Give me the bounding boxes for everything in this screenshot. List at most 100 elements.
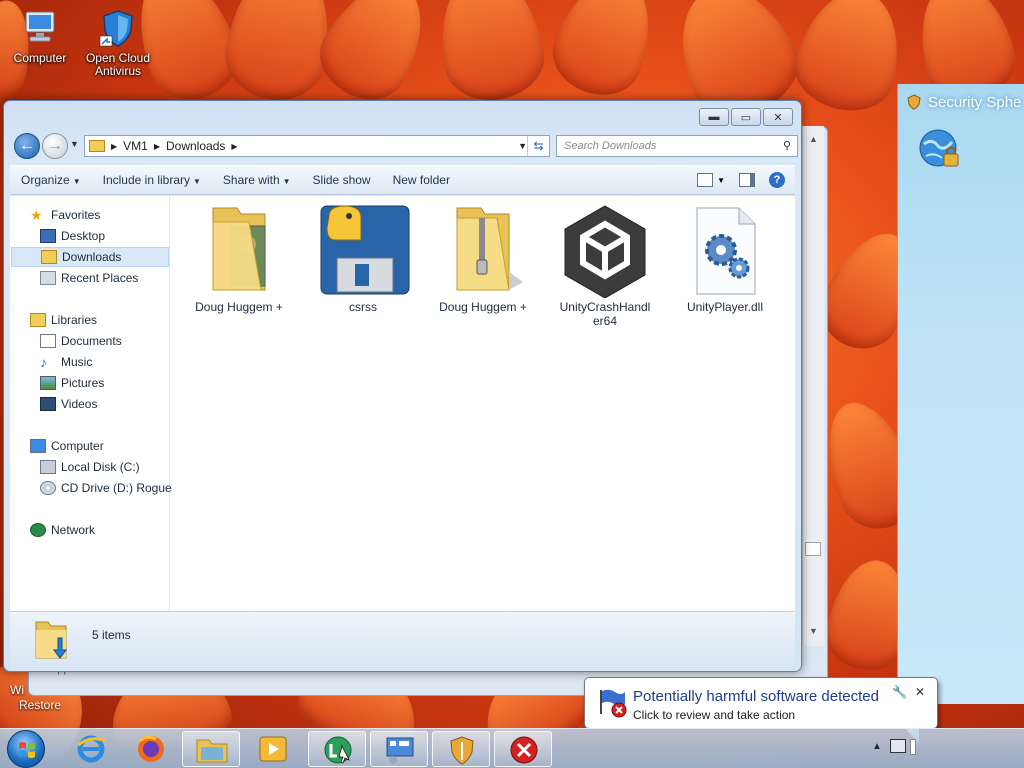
help-icon[interactable]: ?	[769, 172, 785, 188]
security-sphere-window[interactable]: Security Sphe	[897, 84, 1024, 704]
slide-show-button[interactable]: Slide show	[302, 173, 382, 187]
file-item[interactable]: csrss	[308, 202, 418, 314]
taskbar-windows-explorer[interactable]	[182, 731, 240, 767]
scroll-thumb[interactable]	[805, 542, 821, 556]
sidebar-item-downloads[interactable]: Downloads	[11, 247, 169, 267]
downloads-folder-icon	[32, 618, 72, 662]
taskbar-firefox[interactable]	[122, 731, 180, 767]
search-icon[interactable]: ⚲	[783, 136, 791, 156]
folder-icon	[196, 739, 228, 763]
address-dropdown-icon[interactable]: ▼	[518, 141, 527, 151]
taskbar: ▲	[0, 728, 1024, 768]
background-window-scrollbar[interactable]: ▲ ▼	[802, 126, 824, 646]
start-button[interactable]	[7, 730, 45, 768]
globe-lock-icon[interactable]	[918, 128, 964, 172]
item-count: 5 items	[92, 628, 131, 642]
folder-icon	[89, 140, 105, 152]
explorer-window[interactable]: ▬ ▭ ✕ ← → ▼ ▶ VM1 ▶ Downloads ▶ ▼ ⇆ Sear…	[3, 100, 802, 672]
star-icon: ★	[30, 207, 43, 223]
shield-icon	[450, 736, 474, 765]
taskbar-internet-explorer[interactable]	[62, 731, 120, 767]
security-sphere-app-icon	[906, 94, 922, 110]
notification-title: Potentially harmful software detected	[633, 688, 879, 705]
view-options-icon[interactable]	[697, 173, 714, 187]
file-item[interactable]: UnityCrashHandl er64	[550, 202, 660, 328]
file-item[interactable]: Doug Huggem +	[428, 202, 538, 314]
sidebar-item-videos[interactable]: Videos	[40, 394, 97, 414]
sidebar-item-cd-drive[interactable]: CD Drive (D:) Rogue	[40, 478, 172, 498]
file-name: UnityCrashHandl er64	[559, 300, 651, 328]
recent-pages-dropdown[interactable]: ▼	[70, 139, 79, 149]
sidebar-item-desktop[interactable]: Desktop	[40, 226, 105, 246]
videos-icon	[40, 397, 56, 411]
minimize-button[interactable]: ▬	[699, 108, 729, 126]
sidebar-item-favorites[interactable]: ★ Favorites	[30, 205, 100, 225]
maximize-button[interactable]: ▭	[731, 108, 761, 126]
search-placeholder: Search Downloads	[564, 140, 657, 152]
address-bar[interactable]: ▶ VM1 ▶ Downloads ▶ ▼ ⇆	[84, 135, 550, 157]
notification-subtitle: Click to review and take action	[633, 708, 796, 722]
hard-disk-icon	[40, 460, 56, 474]
error-icon	[510, 736, 538, 764]
breadcrumb-downloads[interactable]: Downloads	[166, 139, 225, 153]
scroll-down-icon[interactable]: ▼	[809, 626, 818, 636]
sidebar-item-recent-places[interactable]: Recent Places	[40, 268, 138, 288]
preview-pane-icon[interactable]	[739, 173, 755, 187]
sidebar-item-pictures[interactable]: Pictures	[40, 373, 104, 393]
volume-icon[interactable]	[910, 739, 916, 755]
sidebar-item-music[interactable]: ♪ Music	[40, 352, 92, 372]
media-player-icon	[259, 736, 287, 762]
scroll-up-icon[interactable]: ▲	[809, 134, 818, 144]
network-icon	[30, 523, 46, 537]
taskbar-security-sphere[interactable]	[432, 731, 490, 767]
new-folder-button[interactable]: New folder	[382, 173, 461, 187]
organize-menu[interactable]: Organize ▼	[10, 173, 92, 187]
share-with-menu[interactable]: Share with ▼	[212, 173, 302, 187]
desktop-icon-computer[interactable]: Computer	[0, 8, 80, 65]
search-input[interactable]: Search Downloads ⚲	[556, 135, 798, 157]
desktop-icon-label: Open Cloud Antivirus	[85, 51, 151, 78]
dll-gear-icon	[677, 202, 773, 298]
wrench-icon[interactable]: 🔧	[892, 685, 907, 699]
chevron-down-icon: ▼	[72, 177, 81, 186]
unity-icon	[557, 202, 653, 299]
chevron-down-icon: ▼	[282, 177, 291, 186]
green-circle-app-icon	[324, 736, 352, 764]
system-tray: ▲	[834, 729, 1024, 768]
network-icon[interactable]	[890, 739, 906, 753]
file-name: csrss	[349, 300, 377, 314]
taskbar-rogue-app[interactable]	[308, 731, 366, 767]
file-item[interactable]: UnityPlayer.dll	[670, 202, 780, 314]
refresh-icon[interactable]: ⇆	[527, 136, 549, 156]
forward-button[interactable]: →	[42, 133, 68, 159]
music-icon: ♪	[40, 354, 47, 370]
firefox-icon	[138, 735, 164, 762]
computer-icon	[30, 439, 46, 453]
desktop-icon-restore[interactable]: Restore	[19, 698, 61, 712]
cd-drive-icon	[40, 481, 56, 495]
sidebar-item-documents[interactable]: Documents	[40, 331, 122, 351]
notification-balloon[interactable]: Potentially harmful software detected Cl…	[584, 677, 938, 744]
navigation-pane: ★ Favorites Desktop Downloads Recent Plac…	[10, 196, 172, 611]
close-icon[interactable]: ✕	[915, 685, 925, 699]
taskbar-error-app[interactable]	[494, 731, 552, 767]
file-item[interactable]: Doug Huggem +	[184, 202, 294, 314]
show-hidden-icons-icon[interactable]: ▲	[872, 741, 882, 752]
file-name: Doug Huggem +	[195, 300, 283, 314]
pictures-icon	[40, 376, 56, 390]
back-button[interactable]: ←	[14, 133, 40, 159]
desktop-icon-open-cloud-antivirus[interactable]: Open Cloud Antivirus	[78, 8, 158, 78]
close-button[interactable]: ✕	[763, 108, 793, 126]
libraries-icon	[30, 313, 46, 327]
sidebar-item-computer[interactable]: Computer	[30, 436, 104, 456]
view-dropdown-icon[interactable]: ▼	[717, 176, 725, 185]
include-in-library-menu[interactable]: Include in library ▼	[92, 173, 212, 187]
breadcrumb-vm1[interactable]: VM1	[123, 139, 148, 153]
sidebar-item-network[interactable]: Network	[30, 520, 95, 540]
taskbar-media-player[interactable]	[244, 731, 302, 767]
taskbar-control-panel[interactable]	[370, 731, 428, 767]
sidebar-item-libraries[interactable]: Libraries	[30, 310, 97, 330]
shield-icon	[98, 8, 138, 48]
sidebar-item-local-disk[interactable]: Local Disk (C:)	[40, 457, 140, 477]
desktop-icon-label-fragment: Wi	[10, 683, 24, 697]
